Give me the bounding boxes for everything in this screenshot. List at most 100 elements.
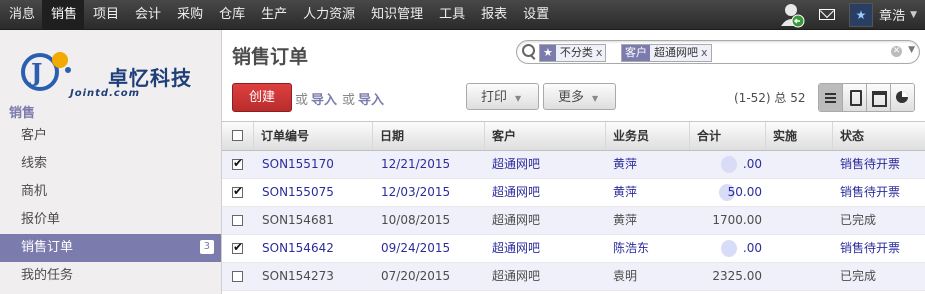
order-number-cell: SON154681	[262, 213, 334, 227]
total-cell: 50.00	[727, 185, 762, 199]
sidebar-item[interactable]: 我的任务	[0, 262, 221, 290]
chevron-down-icon[interactable]: ▼	[910, 10, 917, 20]
col-implementation[interactable]: 实施	[765, 122, 831, 150]
mail-icon[interactable]	[819, 9, 836, 20]
menu-item[interactable]: 报表	[472, 0, 514, 29]
sidebar: J 卓忆科技 Jointd.com 销售 客户线索商机报价单 销售订单 3 我的任务	[0, 30, 222, 294]
or-text: 或	[342, 93, 356, 108]
more-button[interactable]: 更多 ▼	[543, 83, 616, 110]
list-view-button[interactable]	[819, 84, 842, 111]
salesman-cell: 袁明	[613, 269, 638, 283]
or-text: 或	[295, 93, 309, 108]
create-button[interactable]: 创建	[232, 83, 292, 112]
menu-item[interactable]: 知识管理	[362, 0, 430, 29]
sidebar-item[interactable]: 销售订单 3	[0, 234, 221, 262]
more-label: 更多	[558, 90, 585, 105]
form-view-button[interactable]	[842, 84, 866, 111]
table-row[interactable]: SON154642 09/24/2015 超通网吧 陈浩东 .00 销售待开票	[222, 235, 925, 263]
status-cell: 销售待开票	[840, 241, 901, 255]
avatar[interactable]: ★	[849, 2, 874, 27]
sidebar-item[interactable]: 线索	[0, 150, 221, 178]
customer-cell: 超通网吧	[492, 213, 541, 227]
table-body: SON15517012/21/2015超通网吧黄萍.00销售待开票SON1550…	[222, 151, 925, 291]
total-cell: .00	[742, 241, 762, 255]
menu-item[interactable]: 销售	[42, 0, 85, 29]
select-all-checkbox[interactable]	[232, 130, 243, 141]
company-logo[interactable]: J 卓忆科技 Jointd.com	[18, 44, 208, 104]
view-switcher	[818, 83, 915, 112]
status-cell: 已完成	[840, 269, 877, 283]
col-order-number[interactable]: 订单编号	[253, 122, 371, 150]
main-menu: 消息 销售 项目 会计 采购 仓库 生产 人力资源 知识管理 工具 报表 设置	[0, 0, 556, 29]
order-number-cell: SON154642	[262, 241, 334, 255]
remove-facet-icon[interactable]: x	[596, 45, 606, 61]
sidebar-item-label: 我的任务	[21, 268, 74, 283]
pie-chart-icon	[896, 91, 908, 103]
sidebar-nav: 客户线索商机报价单 销售订单 3 我的任务	[0, 122, 221, 290]
col-customer[interactable]: 客户	[484, 122, 604, 150]
menu-item[interactable]: 会计	[126, 0, 168, 29]
row-checkbox[interactable]	[232, 215, 243, 226]
table-row[interactable]: SON154681 10/08/2015 超通网吧 黄萍 1700.00 已完成	[222, 207, 925, 235]
main-content: 销售订单 ★ 不分类 x 客户 超通网吧 x ✕ ▼ 创建 或 导入 或 导入 …	[222, 30, 925, 294]
table-row[interactable]: SON154273 07/20/2015 超通网吧 袁明 2325.00 已完成	[222, 263, 925, 291]
salesman-cell: 黄萍	[613, 213, 638, 227]
sidebar-item-label: 客户	[21, 128, 48, 143]
filter-facet-customer[interactable]: 客户 超通网吧 x	[621, 44, 712, 62]
date-cell: 12/03/2015	[381, 185, 451, 199]
order-number-cell: SON154273	[262, 269, 334, 283]
date-cell: 10/08/2015	[381, 213, 451, 227]
col-salesman[interactable]: 业务员	[605, 122, 689, 150]
sidebar-item[interactable]: 商机	[0, 178, 221, 206]
row-checkbox[interactable]	[232, 240, 243, 254]
menu-item[interactable]: 设置	[514, 0, 556, 29]
table-row[interactable]: SON155170 12/21/2015 超通网吧 黄萍 .00 销售待开票	[222, 151, 925, 179]
col-date[interactable]: 日期	[372, 122, 484, 150]
date-cell: 12/21/2015	[381, 157, 451, 171]
remove-facet-icon[interactable]: x	[701, 45, 711, 61]
list-icon	[825, 93, 836, 95]
orders-table: 订单编号 日期 客户 业务员 合计 实施 状态 SON155170 12/21/2…	[222, 121, 925, 291]
row-checkbox[interactable]	[232, 184, 243, 198]
sidebar-item-label: 销售订单	[21, 240, 74, 255]
col-status[interactable]: 状态	[832, 122, 925, 150]
sidebar-item[interactable]: 客户	[0, 122, 221, 150]
pager[interactable]: (1-52) 总 52	[734, 89, 806, 106]
status-cell: 销售待开票	[840, 157, 901, 171]
row-checkbox[interactable]	[232, 156, 243, 170]
table-row[interactable]: SON155075 12/03/2015 超通网吧 黄萍 50.00 销售待开票	[222, 179, 925, 207]
sidebar-section-sales: 销售	[9, 106, 36, 121]
import-link[interactable]: 导入	[311, 89, 337, 108]
sidebar-item[interactable]: 报价单	[0, 206, 221, 234]
clear-search-icon[interactable]: ✕	[891, 46, 902, 57]
sidebar-item-label: 商机	[21, 184, 48, 199]
customer-cell: 超通网吧	[492, 157, 541, 171]
user-status-icon[interactable]	[779, 2, 805, 28]
graph-view-button[interactable]	[890, 84, 914, 111]
menu-item[interactable]: 采购	[168, 0, 210, 29]
status-cell: 销售待开票	[840, 185, 901, 199]
row-checkbox[interactable]	[232, 271, 243, 282]
filter-facet-uncategorized[interactable]: ★ 不分类 x	[539, 44, 607, 62]
menu-item[interactable]: 仓库	[210, 0, 252, 29]
user-area: ★ 章浩 ▼	[779, 0, 925, 29]
order-number-cell: SON155075	[262, 185, 334, 199]
menu-item[interactable]: 消息	[0, 0, 42, 29]
page-title: 销售订单	[232, 46, 309, 68]
col-total[interactable]: 合计	[689, 122, 770, 150]
total-cell: 1700.00	[712, 213, 762, 227]
import-link[interactable]: 导入	[358, 89, 384, 108]
search-icon[interactable]	[522, 44, 535, 57]
chevron-down-icon[interactable]: ▼	[908, 45, 915, 55]
menu-item[interactable]: 生产	[252, 0, 294, 29]
user-name[interactable]: 章浩	[879, 5, 905, 24]
sidebar-item-label: 线索	[21, 156, 48, 171]
total-cell: .00	[742, 157, 762, 171]
menu-item[interactable]: 项目	[84, 0, 126, 29]
menu-item[interactable]: 工具	[430, 0, 472, 29]
search-input[interactable]: ★ 不分类 x 客户 超通网吧 x ✕ ▼	[516, 40, 920, 64]
salesman-cell: 黄萍	[613, 157, 638, 171]
calendar-view-button[interactable]	[866, 84, 890, 111]
print-button[interactable]: 打印 ▼	[466, 83, 539, 110]
menu-item[interactable]: 人力资源	[294, 0, 362, 29]
